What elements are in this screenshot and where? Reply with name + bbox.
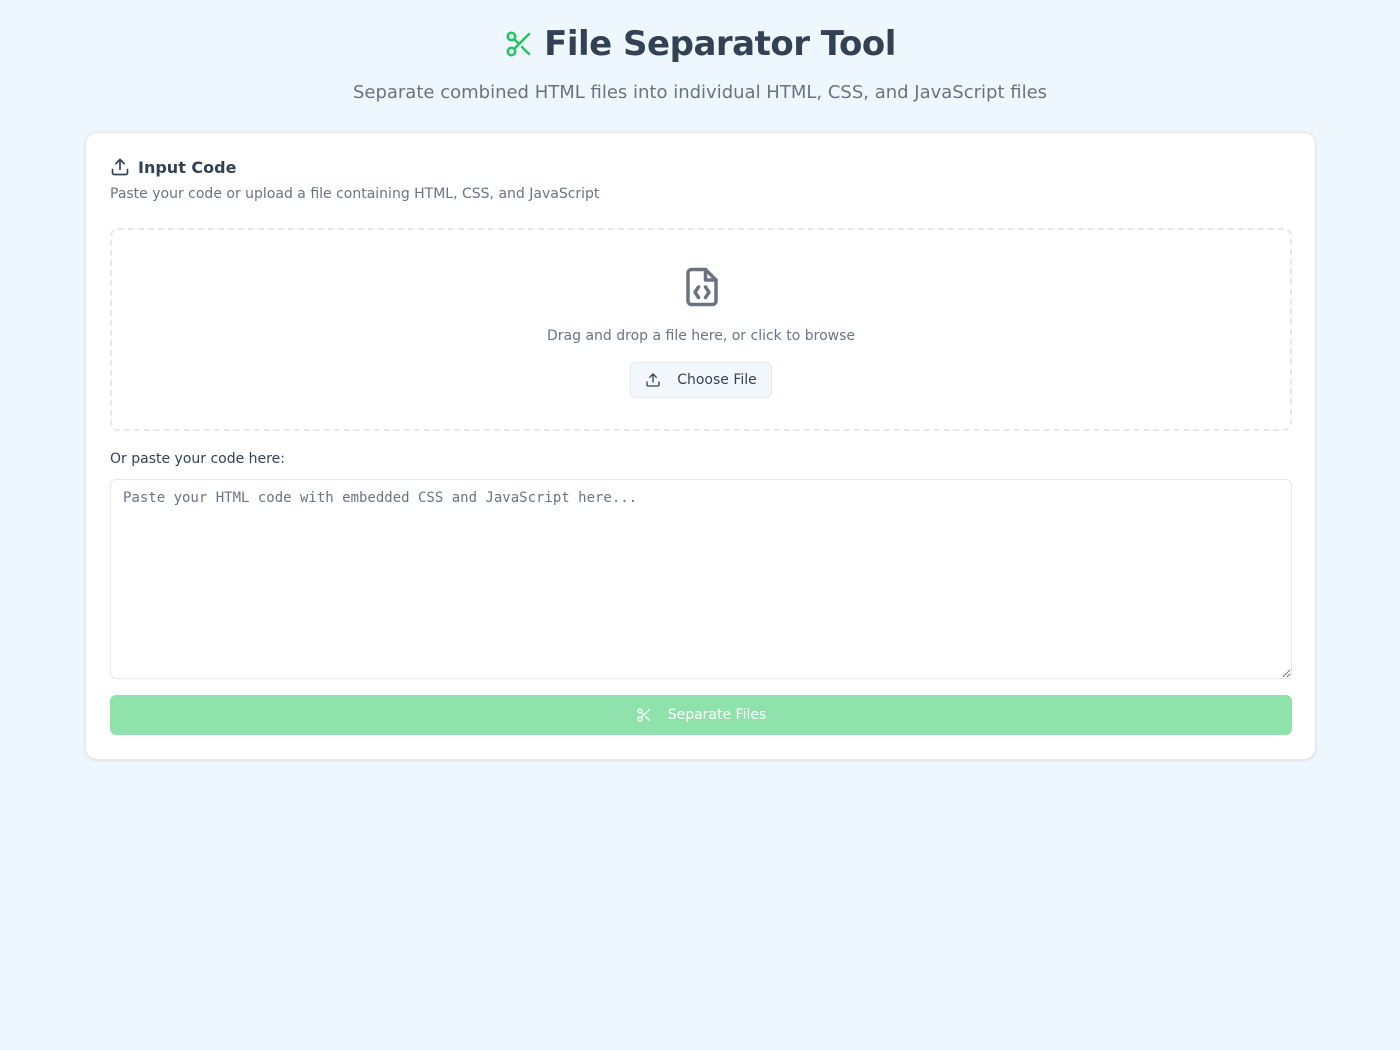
input-card: Input Code Paste your code or upload a f…	[85, 132, 1316, 760]
choose-file-label: Choose File	[677, 372, 757, 388]
scissors-icon	[636, 707, 652, 723]
file-code-icon	[680, 263, 724, 311]
scissors-icon	[504, 29, 534, 59]
separate-files-label: Separate Files	[667, 707, 767, 723]
file-dropzone[interactable]: Drag and drop a file here, or click to b…	[110, 228, 1292, 431]
card-header: Input Code	[110, 157, 236, 177]
choose-file-button[interactable]: Choose File	[630, 362, 772, 398]
page-subtitle: Separate combined HTML files into indivi…	[352, 82, 1048, 103]
page-header: File Separator Tool Separate combined HT…	[0, 22, 1400, 103]
separate-files-button[interactable]: Separate Files	[110, 695, 1292, 735]
dropzone-text: Drag and drop a file here, or click to b…	[547, 328, 855, 344]
card-title: Input Code	[138, 157, 237, 177]
card-description: Paste your code or upload a file contain…	[110, 186, 600, 202]
upload-icon	[110, 157, 130, 177]
upload-icon	[645, 372, 661, 388]
code-input[interactable]	[110, 479, 1292, 679]
page-title: File Separator Tool	[544, 24, 896, 64]
paste-code-label: Or paste your code here:	[110, 451, 285, 467]
title-row: File Separator Tool	[0, 22, 1400, 66]
